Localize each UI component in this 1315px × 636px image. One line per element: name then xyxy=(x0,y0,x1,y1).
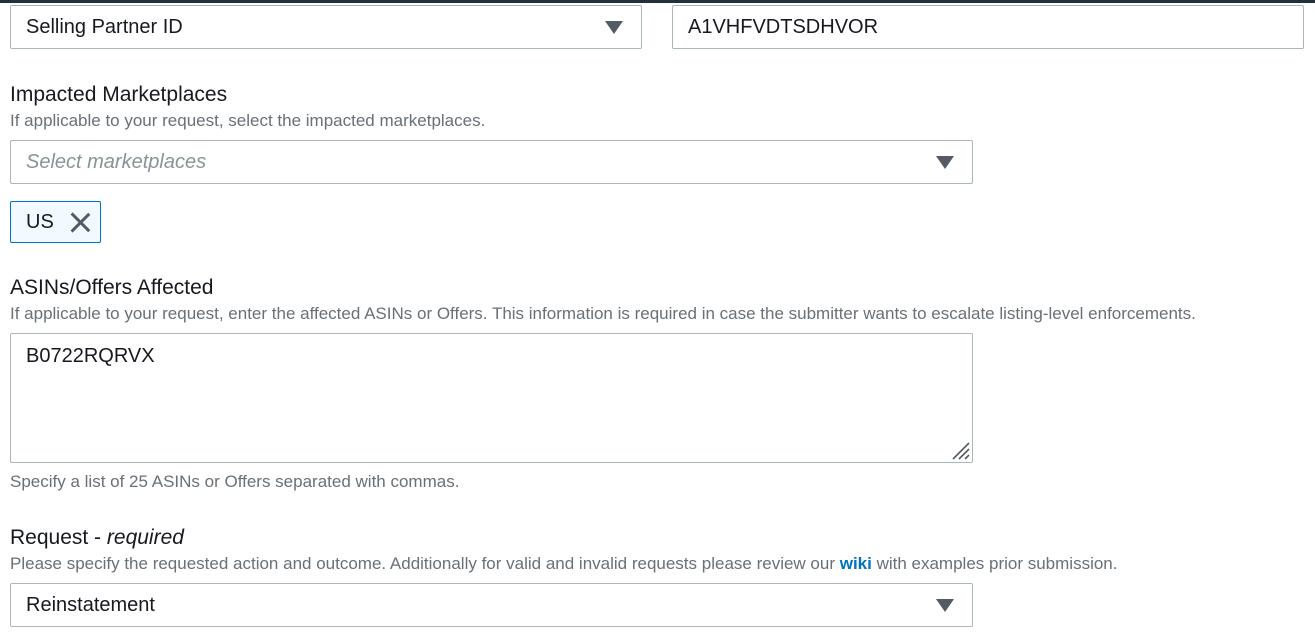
identifier-type-value: Selling Partner ID xyxy=(26,15,183,38)
marketplace-token-label: US xyxy=(26,210,54,233)
marketplaces-select[interactable]: Select marketplaces xyxy=(10,140,973,184)
asins-textarea-value: B0722RQRVX xyxy=(26,345,155,367)
required-indicator: required xyxy=(106,526,184,549)
caret-down-icon xyxy=(936,155,954,169)
caret-down-icon xyxy=(605,20,623,34)
marketplaces-placeholder: Select marketplaces xyxy=(26,150,207,173)
marketplaces-label: Impacted Marketplaces xyxy=(10,83,228,106)
marketplaces-description: If applicable to your request, select th… xyxy=(10,111,486,130)
identifier-value-text: A1VHFVDTSDHVOR xyxy=(688,15,879,38)
request-description-after: with examples prior submission. xyxy=(871,554,1118,573)
request-select[interactable]: Reinstatement xyxy=(10,583,973,627)
asins-description: If applicable to your request, enter the… xyxy=(10,304,1196,323)
wiki-link[interactable]: wiki xyxy=(840,554,872,573)
resize-grip-icon[interactable] xyxy=(948,438,970,460)
identifier-value-input[interactable]: A1VHFVDTSDHVOR xyxy=(672,5,1304,49)
caret-down-icon xyxy=(936,598,954,612)
request-select-value: Reinstatement xyxy=(26,593,155,616)
marketplace-token-us: US xyxy=(10,201,101,243)
identifier-type-select[interactable]: Selling Partner ID xyxy=(10,5,642,49)
close-icon[interactable] xyxy=(69,211,91,233)
request-description: Please specify the requested action and … xyxy=(10,554,1118,574)
request-description-before: Please specify the requested action and … xyxy=(10,554,840,573)
request-label-text: Request - xyxy=(10,526,107,549)
top-border xyxy=(0,0,1315,3)
request-label: Request - required xyxy=(10,526,184,550)
asins-label: ASINs/Offers Affected xyxy=(10,276,214,299)
asins-textarea[interactable]: B0722RQRVX xyxy=(10,333,973,463)
asins-hint: Specify a list of 25 ASINs or Offers sep… xyxy=(10,472,460,491)
